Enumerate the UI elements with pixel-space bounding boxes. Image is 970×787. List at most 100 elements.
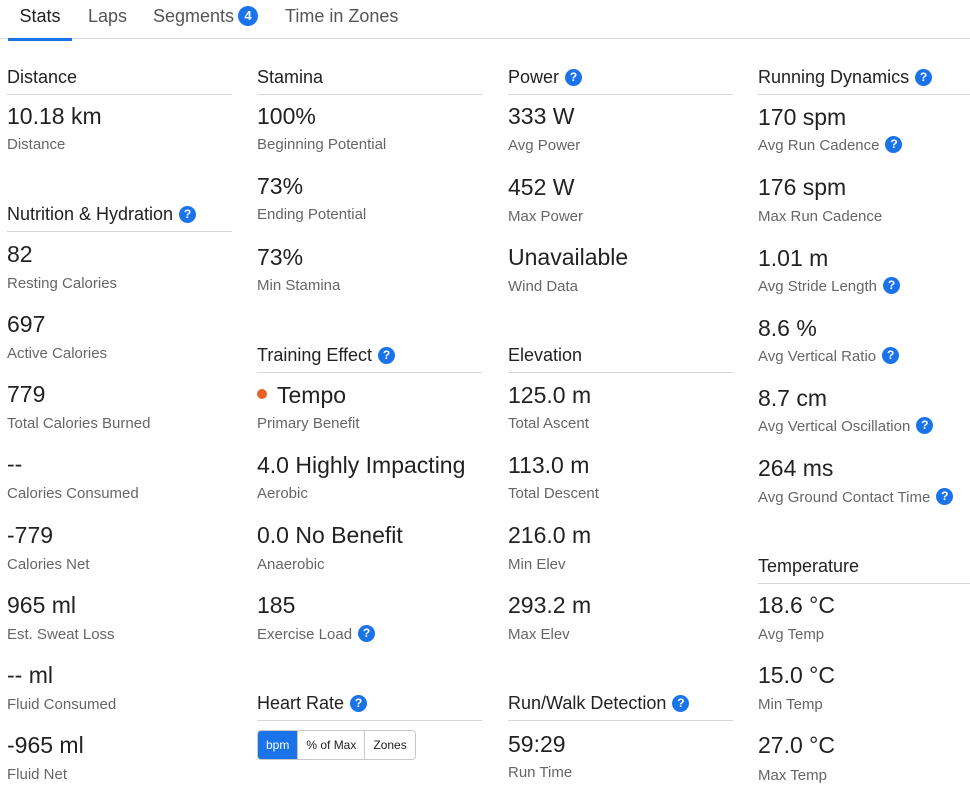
heart-rate-help-icon[interactable]: ? <box>350 695 368 712</box>
exercise-load-help-icon[interactable]: ? <box>358 625 376 642</box>
min-temp-value: 15.0 °C <box>758 662 835 688</box>
temperature-section-title: Temperature <box>758 555 970 584</box>
training-effect-section-title: Training Effect? <box>257 344 482 373</box>
run-time-label: Run Time <box>508 764 573 781</box>
calories-consumed-value: -- <box>7 451 23 477</box>
avg-stride-length-label: Avg Stride Length? <box>758 277 900 297</box>
exercise-load-label-text: Exercise Load <box>257 626 353 643</box>
run-walk-section-title: Run/Walk Detection? <box>508 692 733 721</box>
avg-vertical-ratio-help-icon[interactable]: ? <box>882 347 900 364</box>
avg-vertical-oscillation-help-icon[interactable]: ? <box>916 417 934 434</box>
wind-data-value: Unavailable <box>508 244 629 270</box>
run-time-value: 59:29 <box>508 731 566 757</box>
ending-potential-value: 73% <box>257 173 304 199</box>
elevation-section-title: Elevation <box>508 344 733 373</box>
avg-run-cadence-value: 170 spm <box>758 104 847 130</box>
calories-net-label: Calories Net <box>7 556 90 573</box>
tab-laps-label: Laps <box>88 6 128 26</box>
tab-stats[interactable]: Stats <box>8 0 72 41</box>
nutrition-help-icon[interactable]: ? <box>179 206 197 223</box>
exercise-load-value: 185 <box>257 592 296 618</box>
avg-run-cadence-help-icon[interactable]: ? <box>885 136 903 153</box>
avg-ground-contact-time-value: 264 ms <box>758 455 834 481</box>
avg-vertical-oscillation-label-text: Avg Vertical Oscillation <box>758 418 911 435</box>
distance-title-text: Distance <box>7 67 78 87</box>
avg-run-cadence-label-text: Avg Run Cadence <box>758 137 880 154</box>
max-temp-value: 27.0 °C <box>758 732 835 758</box>
resting-calories-value: 82 <box>7 241 33 267</box>
max-elev-value: 293.2 m <box>508 592 592 618</box>
avg-ground-contact-time-label: Avg Ground Contact Time? <box>758 488 954 508</box>
training-effect-title-text: Training Effect <box>257 345 373 365</box>
max-power-value: 452 W <box>508 174 575 200</box>
percent-of-max-button[interactable]: % of Max <box>297 731 365 759</box>
nutrition-section-title: Nutrition & Hydration? <box>7 203 232 232</box>
avg-stride-length-help-icon[interactable]: ? <box>882 277 900 294</box>
avg-vertical-ratio-value: 8.6 % <box>758 315 817 341</box>
running-dynamics-title-text: Running Dynamics <box>758 67 910 87</box>
fluid-consumed-label: Fluid Consumed <box>7 696 117 713</box>
aerobic-label: Aerobic <box>257 485 308 502</box>
fluid-net-label: Fluid Net <box>7 766 68 783</box>
stamina-title-text: Stamina <box>257 67 324 87</box>
max-power-label: Max Power <box>508 208 584 225</box>
aerobic-value: 4.0 Highly Impacting <box>257 452 466 478</box>
total-ascent-value: 125.0 m <box>508 382 592 408</box>
min-stamina-label: Min Stamina <box>257 277 341 294</box>
heart-rate-title-text: Heart Rate <box>257 693 345 713</box>
active-calories-label: Active Calories <box>7 345 108 362</box>
tab-time-in-zones[interactable]: Time in Zones <box>285 0 398 38</box>
avg-vertical-oscillation-label: Avg Vertical Oscillation? <box>758 417 934 437</box>
power-title-text: Power <box>508 67 560 87</box>
tab-stats-label: Stats <box>19 6 61 26</box>
total-calories-label: Total Calories Burned <box>7 415 151 432</box>
calories-consumed-label: Calories Consumed <box>7 485 139 502</box>
avg-run-cadence-label: Avg Run Cadence? <box>758 136 903 156</box>
calories-net-value: -779 <box>7 522 54 548</box>
tab-segments[interactable]: Segments 4 <box>153 0 259 38</box>
power-help-icon[interactable]: ? <box>565 69 583 86</box>
running-dynamics-help-icon[interactable]: ? <box>915 69 933 86</box>
exercise-load-label: Exercise Load? <box>257 625 376 645</box>
max-elev-label: Max Elev <box>508 626 570 643</box>
power-section-title: Power? <box>508 66 733 95</box>
anaerobic-value: 0.0 No Benefit <box>257 522 403 548</box>
training-effect-help-icon[interactable]: ? <box>378 347 396 364</box>
max-run-cadence-value: 176 spm <box>758 174 847 200</box>
running-dynamics-section-title: Running Dynamics? <box>758 66 970 95</box>
primary-benefit-label: Primary Benefit <box>257 415 360 432</box>
total-ascent-label: Total Ascent <box>508 415 589 432</box>
tab-laps[interactable]: Laps <box>88 0 127 38</box>
nutrition-title-text: Nutrition & Hydration <box>7 204 174 224</box>
avg-stride-length-label-text: Avg Stride Length <box>758 278 877 295</box>
run-walk-title-text: Run/Walk Detection <box>508 693 667 713</box>
avg-power-label: Avg Power <box>508 137 581 154</box>
avg-vertical-oscillation-value: 8.7 cm <box>758 385 828 411</box>
zones-button[interactable]: Zones <box>364 731 415 759</box>
tab-segments-label: Segments <box>153 6 235 26</box>
primary-benefit-text: Tempo <box>277 382 347 408</box>
beginning-potential-value: 100% <box>257 103 316 129</box>
active-calories-value: 697 <box>7 311 46 337</box>
min-stamina-value: 73% <box>257 244 304 270</box>
run-walk-help-icon[interactable]: ? <box>672 695 690 712</box>
sweat-loss-label: Est. Sweat Loss <box>7 626 115 643</box>
segments-count-badge: 4 <box>238 6 259 26</box>
resting-calories-label: Resting Calories <box>7 275 118 292</box>
tab-bar: Stats Laps Segments 4 Time in Zones <box>0 0 970 41</box>
avg-ground-contact-time-label-text: Avg Ground Contact Time <box>758 489 931 506</box>
heart-rate-unit-toggle: bpm % of Max Zones <box>257 730 416 760</box>
distance-label: Distance <box>7 136 66 153</box>
min-elev-label: Min Elev <box>508 556 566 573</box>
wind-data-label: Wind Data <box>508 278 579 295</box>
avg-ground-contact-time-help-icon[interactable]: ? <box>936 488 954 505</box>
max-temp-label: Max Temp <box>758 767 827 784</box>
bpm-button[interactable]: bpm <box>258 731 298 759</box>
avg-temp-value: 18.6 °C <box>758 592 835 618</box>
elevation-title-text: Elevation <box>508 345 583 365</box>
min-elev-value: 216.0 m <box>508 522 592 548</box>
tab-time-in-zones-label: Time in Zones <box>285 6 399 26</box>
total-descent-label: Total Descent <box>508 485 599 502</box>
anaerobic-label: Anaerobic <box>257 556 325 573</box>
fluid-net-value: -965 ml <box>7 732 84 758</box>
